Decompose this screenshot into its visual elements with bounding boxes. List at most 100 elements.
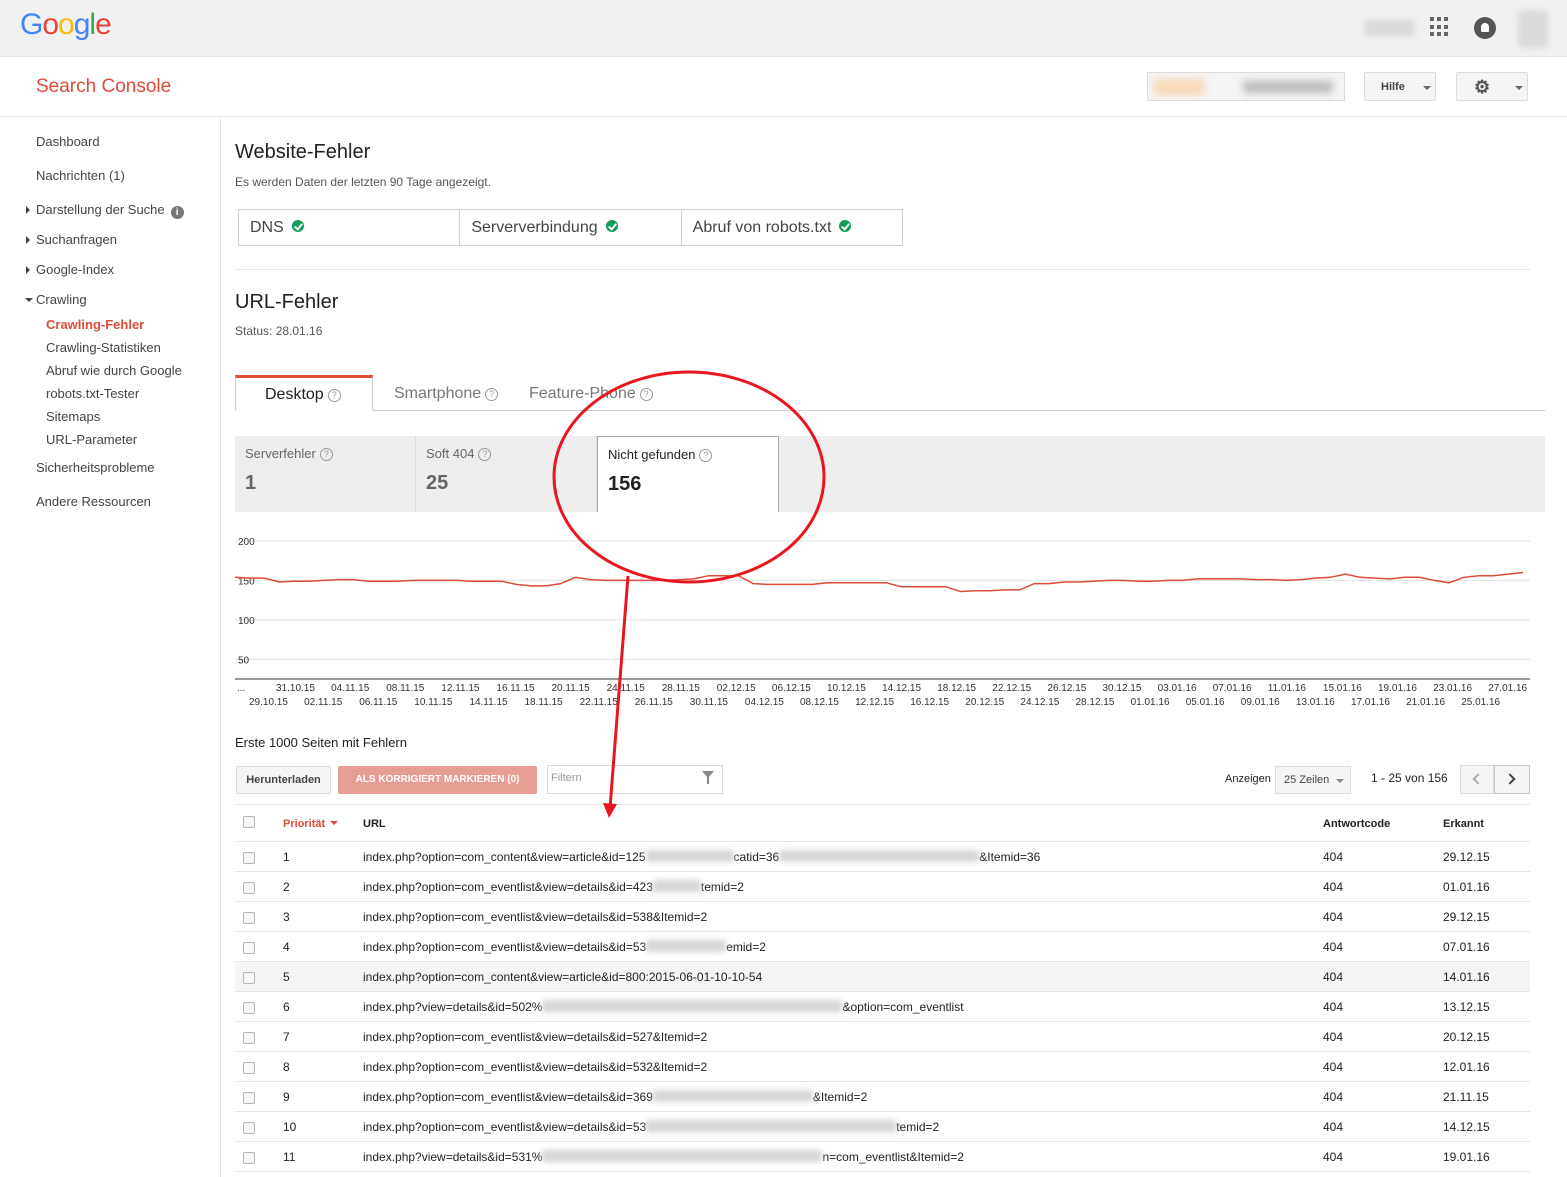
sidebar-item-dashboard[interactable]: Dashboard — [36, 134, 100, 149]
sidebar-item-fetch-as-google[interactable]: Abruf wie durch Google — [46, 363, 182, 378]
row-checkbox[interactable] — [243, 1062, 255, 1074]
category-not-found[interactable]: Nicht gefunden? 156 — [597, 436, 779, 512]
help-icon[interactable]: ? — [485, 388, 499, 401]
filter-input[interactable]: Filtern — [547, 765, 723, 794]
row-checkbox[interactable] — [243, 942, 255, 954]
app-title[interactable]: Search Console — [36, 76, 171, 98]
help-icon[interactable]: ? — [478, 448, 492, 461]
row-url[interactable]: index.php?option=com_eventlist&view=deta… — [363, 910, 707, 924]
sidebar-item-url-parameters[interactable]: URL-Parameter — [46, 432, 137, 447]
select-all-checkbox[interactable] — [243, 816, 255, 828]
row-response-code: 404 — [1323, 1060, 1344, 1074]
column-detected[interactable]: Erkannt — [1443, 818, 1484, 830]
row-detected-date: 14.01.16 — [1443, 970, 1490, 984]
info-icon[interactable]: i — [170, 206, 184, 219]
help-icon[interactable]: ? — [327, 389, 341, 402]
sidebar-item-google-index[interactable]: Google-Index — [26, 262, 114, 277]
table-row[interactable]: 4 index.php?option=com_eventlist&view=det… — [235, 932, 1530, 962]
table-row[interactable]: 6 index.php?view=details&id=502% &option=c… — [235, 992, 1530, 1022]
row-url[interactable]: index.php?option=com_eventlist&view=deta… — [363, 1090, 867, 1104]
row-url[interactable]: index.php?option=com_eventlist&view=deta… — [363, 880, 744, 894]
column-response-code[interactable]: Antwortcode — [1323, 818, 1390, 830]
table-row[interactable]: 10 index.php?option=com_eventlist&view=de… — [235, 1112, 1530, 1142]
sidebar-item-robots-tester[interactable]: robots.txt-Tester — [46, 386, 139, 401]
row-url[interactable]: index.php?view=details&id=531% n=com_even… — [363, 1150, 964, 1164]
row-checkbox[interactable] — [243, 972, 255, 984]
row-response-code: 404 — [1323, 850, 1344, 864]
mark-fixed-button[interactable]: ALS KORRIGIERT MARKIEREN (0) — [338, 766, 537, 794]
sidebar: Dashboard Nachrichten (1) Darstellung de… — [0, 117, 221, 1177]
notifications-icon[interactable] — [1474, 17, 1496, 39]
sidebar-item-messages[interactable]: Nachrichten (1) — [36, 168, 125, 183]
category-soft-404[interactable]: Soft 404? 25 — [416, 436, 597, 512]
row-checkbox[interactable] — [243, 1092, 255, 1104]
settings-button[interactable]: ⚙ — [1456, 72, 1528, 101]
row-checkbox[interactable] — [243, 1152, 255, 1164]
row-checkbox[interactable] — [243, 1002, 255, 1014]
x-tick-label: 26.12.15 — [1047, 683, 1086, 694]
avatar[interactable] — [1518, 10, 1548, 48]
sidebar-item-sitemaps[interactable]: Sitemaps — [46, 409, 100, 424]
column-url[interactable]: URL — [363, 818, 386, 830]
row-url[interactable]: index.php?option=com_eventlist&view=deta… — [363, 1030, 707, 1044]
table-row[interactable]: 11 index.php?view=details&id=531% n=com_ev… — [235, 1142, 1530, 1172]
next-page-button[interactable] — [1494, 765, 1530, 794]
sidebar-item-crawling[interactable]: Crawling — [25, 292, 87, 307]
account-name[interactable] — [1365, 20, 1415, 36]
sidebar-item-search-appearance[interactable]: Darstellung der Suche i — [26, 202, 184, 219]
row-url[interactable]: index.php?option=com_eventlist&view=deta… — [363, 940, 766, 954]
x-tick-label: 06.12.15 — [772, 683, 811, 694]
table-row[interactable]: 7 index.php?option=com_eventlist&view=det… — [235, 1022, 1530, 1052]
server-connection-status[interactable]: Serververbindung — [460, 210, 682, 245]
category-server-error[interactable]: Serverfehler? 1 — [235, 436, 416, 512]
google-logo[interactable]: Google — [20, 8, 112, 42]
x-tick-label: 10.12.15 — [827, 683, 866, 694]
url-part: index.php?view=details&id=502% — [363, 1000, 543, 1014]
row-checkbox[interactable] — [243, 882, 255, 894]
help-icon[interactable]: ? — [699, 449, 713, 462]
rows-per-page-select[interactable]: 25 Zeilen — [1275, 766, 1351, 794]
row-url[interactable]: index.php?option=com_content&view=articl… — [363, 850, 1040, 864]
help-button[interactable]: Hilfe — [1364, 72, 1436, 101]
tab-desktop[interactable]: Desktop? — [235, 375, 373, 411]
help-icon[interactable]: ? — [319, 448, 333, 461]
table-row[interactable]: 1 index.php?option=com_content&view=artic… — [235, 842, 1530, 872]
robots-fetch-status[interactable]: Abruf von robots.txt — [682, 210, 902, 245]
row-url[interactable]: index.php?view=details&id=502% &option=co… — [363, 1000, 964, 1014]
table-row[interactable]: 3 index.php?option=com_eventlist&view=det… — [235, 902, 1530, 932]
row-checkbox[interactable] — [243, 912, 255, 924]
property-selector[interactable] — [1147, 72, 1345, 101]
x-tick-label: 02.12.15 — [717, 683, 756, 694]
sidebar-item-other-resources[interactable]: Andere Ressourcen — [36, 494, 151, 509]
row-priority: 1 — [283, 850, 290, 864]
table-row[interactable]: 8 index.php?option=com_eventlist&view=det… — [235, 1052, 1530, 1082]
table-row[interactable]: 5 index.php?option=com_content&view=artic… — [235, 962, 1530, 992]
tab-feature-phone[interactable]: Feature-Phone? — [529, 375, 653, 411]
x-tick-label: 28.11.15 — [662, 683, 701, 694]
table-row[interactable]: 2 index.php?option=com_eventlist&view=det… — [235, 872, 1530, 902]
x-tick-label: 21.01.16 — [1406, 697, 1445, 708]
column-priority[interactable]: Priorität — [283, 818, 339, 830]
dns-status[interactable]: DNS — [239, 210, 461, 245]
row-priority: 3 — [283, 910, 290, 924]
row-checkbox[interactable] — [243, 1032, 255, 1044]
prev-page-button[interactable] — [1460, 765, 1494, 794]
help-icon[interactable]: ? — [639, 388, 653, 401]
row-url[interactable]: index.php?option=com_eventlist&view=deta… — [363, 1120, 939, 1134]
tab-smartphone[interactable]: Smartphone? — [394, 375, 499, 411]
download-button[interactable]: Herunterladen — [236, 766, 331, 794]
sidebar-item-crawl-stats[interactable]: Crawling-Statistiken — [46, 340, 161, 355]
row-detected-date: 01.01.16 — [1443, 880, 1490, 894]
row-checkbox[interactable] — [243, 852, 255, 864]
sidebar-item-crawl-errors[interactable]: Crawling-Fehler — [46, 317, 144, 332]
x-tick-label: 17.01.16 — [1351, 697, 1390, 708]
sidebar-item-search-traffic[interactable]: Suchanfragen — [26, 232, 117, 247]
row-url[interactable]: index.php?option=com_content&view=articl… — [363, 970, 762, 984]
url-part: index.php?option=com_eventlist&view=deta… — [363, 1060, 708, 1074]
row-url[interactable]: index.php?option=com_eventlist&view=deta… — [363, 1060, 707, 1074]
apps-grid-icon[interactable] — [1430, 17, 1450, 37]
row-checkbox[interactable] — [243, 1122, 255, 1134]
tab-label: Feature-Phone — [529, 385, 636, 402]
table-row[interactable]: 9 index.php?option=com_eventlist&view=det… — [235, 1082, 1530, 1112]
sidebar-item-security-issues[interactable]: Sicherheitsprobleme — [36, 460, 155, 475]
